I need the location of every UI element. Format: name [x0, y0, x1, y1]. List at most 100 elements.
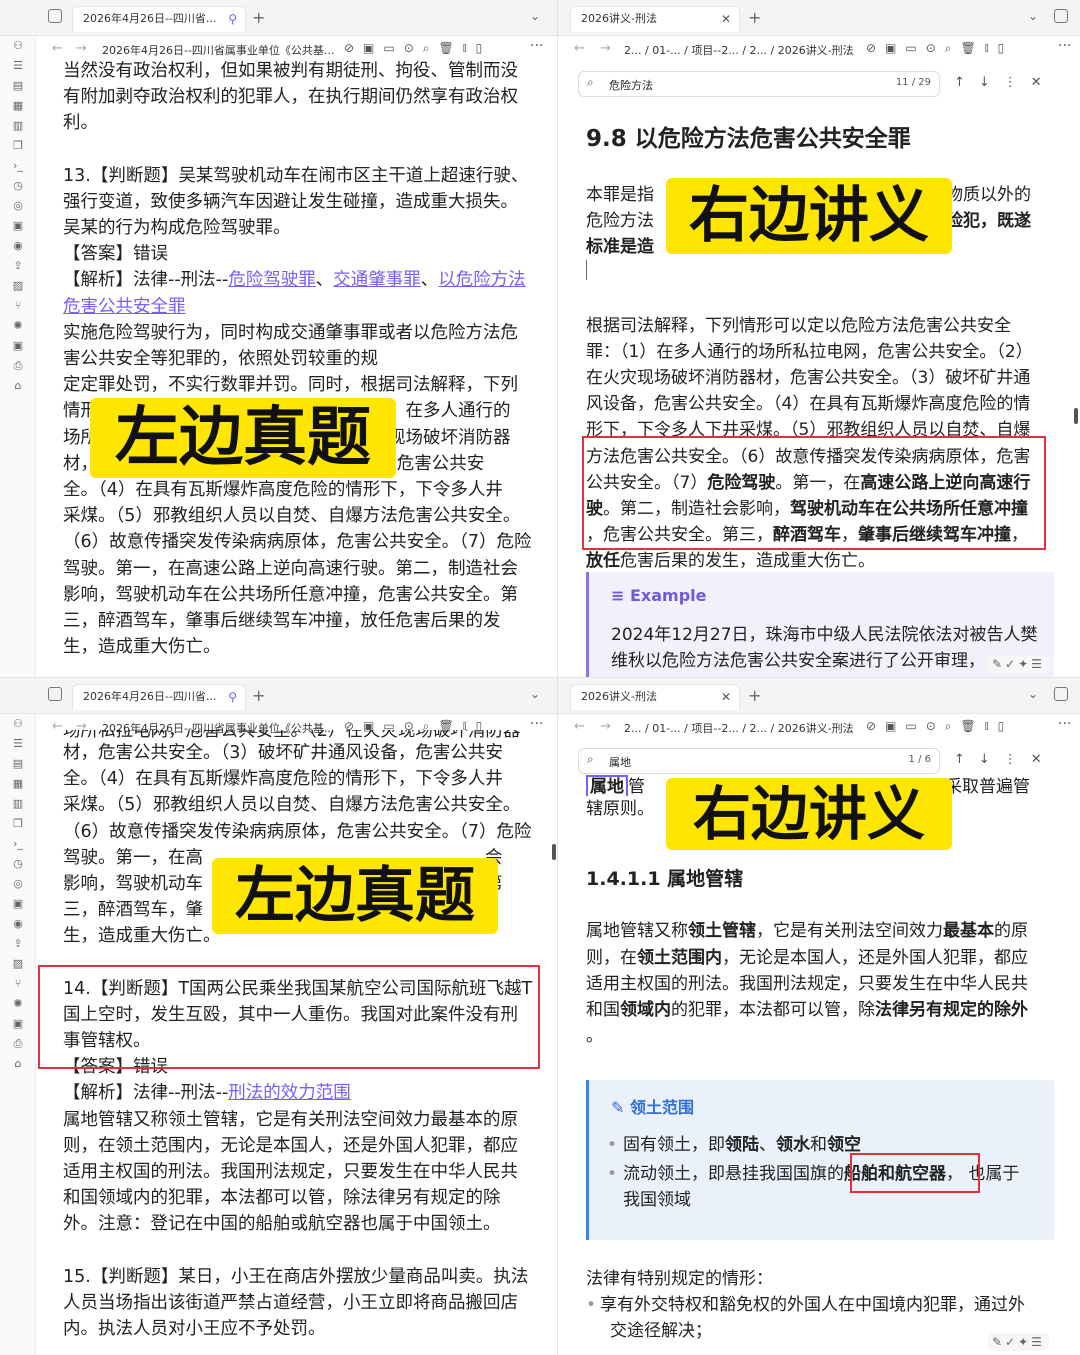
forward-icon[interactable]: → [76, 41, 87, 56]
print-icon[interactable]: ⎙ [0, 1034, 36, 1054]
photo-icon[interactable]: ▨ [0, 276, 36, 296]
chevron-down-icon[interactable]: ⌄ [1028, 9, 1038, 23]
image-icon[interactable]: ▣ [0, 216, 36, 236]
clock-icon[interactable]: ◷ [0, 176, 36, 196]
search-bar[interactable]: ⌕ 属地 1 / 6 [578, 748, 940, 774]
pin-icon[interactable]: ⚲ [228, 685, 237, 709]
text-line: 法律有特别规定的情形： [586, 1269, 773, 1289]
chevron-down-icon[interactable]: ⌄ [1028, 687, 1038, 701]
tab-handout[interactable]: 2026讲义-刑法 ✕ [570, 6, 740, 32]
eye-icon[interactable]: ◉ [0, 914, 36, 934]
sidebar-toggle-icon[interactable] [48, 687, 62, 701]
calendar-icon[interactable]: ▥ [0, 116, 36, 136]
tab-bar: 2026年4月26日--四川省... ⚲ + ⌄ [0, 678, 558, 714]
search-nav-buttons[interactable]: ↑↓⋮✕ [954, 75, 1056, 90]
graph-icon[interactable]: ⚇ [0, 36, 36, 56]
search-nav-buttons[interactable]: ↑↓⋮✕ [954, 752, 1056, 767]
robot-icon[interactable]: ⌂ [0, 376, 36, 396]
breadcrumb[interactable]: 2026年4月26日--四川省属事业单位《公共基... [102, 42, 334, 58]
chevron-down-icon[interactable]: ⌄ [530, 687, 540, 701]
graph-icon[interactable]: ⚇ [0, 714, 36, 734]
chevron-down-icon[interactable]: ⌄ [530, 9, 540, 23]
list-icon[interactable]: ☰ [0, 56, 36, 76]
clock-icon[interactable]: ◷ [0, 854, 36, 874]
sync-icon[interactable]: ◎ [0, 874, 36, 894]
forward-icon[interactable]: → [600, 41, 611, 56]
new-tab-icon[interactable]: + [252, 8, 265, 27]
tab-handout[interactable]: 2026讲义-刑法 ✕ [570, 684, 740, 710]
breadcrumb[interactable]: 2... / 01-... / 项目--2... / 2... / 2026讲义… [624, 720, 854, 736]
scrollbar-thumb[interactable] [552, 844, 556, 860]
ribbon: ⚇ ☰ ▤ ▦ ▥ ❐ ›_ ◷ ◎ ▣ ◉ ⇪ ▨ ⑂ ✺ ▣ ⎙ ⌂ [0, 36, 36, 678]
callout-body: 2024年12月27日，珠海市中级人民法院依法对被告人樊 维秋以危险方法危害公共… [611, 625, 1038, 671]
image-icon[interactable]: ▣ [0, 894, 36, 914]
question-13: 吴某的行为构成危险驾驶罪。 [63, 218, 291, 239]
file-icon[interactable]: ▤ [0, 76, 36, 96]
text-line: 属地管辖又称领土管辖，它是有关刑法空间效力最基本的原 [586, 921, 1028, 942]
sidebar-toggle-icon[interactable] [48, 9, 62, 23]
tab-exam[interactable]: 2026年4月26日--四川省... ⚲ [72, 684, 246, 710]
back-icon[interactable]: ← [52, 41, 63, 56]
new-tab-icon[interactable]: + [252, 686, 265, 705]
robot-icon[interactable]: ⌂ [0, 1054, 36, 1074]
link-criminal-law-scope[interactable]: 刑法的效力范围 [228, 1083, 351, 1103]
close-icon[interactable]: ✕ [721, 7, 731, 31]
link-dangerous-driving[interactable]: 危险驾驶罪 [228, 270, 316, 290]
frame-icon[interactable]: ▣ [0, 336, 36, 356]
copy-icon[interactable]: ❐ [0, 814, 36, 834]
scrollbar-thumb[interactable] [1074, 408, 1078, 424]
sidebar-toggle-icon[interactable] [1054, 687, 1068, 701]
more-icon[interactable]: ··· [530, 38, 543, 54]
eye-icon[interactable]: ◉ [0, 236, 36, 256]
toolbar-icons[interactable]: ⊘▣▭⊙⌕🗑⫾▯ [344, 41, 491, 56]
close-icon[interactable]: ✕ [721, 685, 731, 709]
banner-left-exam: 左边真题 [90, 398, 396, 478]
text-line: 根据司法解释，下列情形可以定以危险方法危害公共安全 [586, 315, 1011, 336]
tab-exam[interactable]: 2026年4月26日--四川省... ⚲ [72, 6, 246, 32]
brain-icon[interactable]: ✺ [0, 994, 36, 1014]
link-traffic-accident[interactable]: 交通肇事罪 [333, 270, 421, 290]
tab-label: 2026讲义-刑法 [581, 690, 657, 703]
frame-icon[interactable]: ▣ [0, 1014, 36, 1034]
terminal-icon[interactable]: ›_ [0, 834, 36, 854]
more-icon[interactable]: ··· [1058, 716, 1071, 732]
terminal-icon[interactable]: ›_ [0, 156, 36, 176]
text-line: （6）故意传播突发传染病病原体，危害公共安全。（7）危险 [63, 821, 532, 842]
text-line: 和国领域内的犯罪，本法都可以管，除法律另有规定的除 [63, 1188, 501, 1209]
file-icon[interactable]: ▤ [0, 754, 36, 774]
search-input[interactable]: 属地 [609, 754, 631, 770]
link-dangerous-method[interactable]: 以危险方法 [438, 270, 526, 290]
print-icon[interactable]: ⎙ [0, 356, 36, 376]
sidebar-toggle-icon[interactable] [1054, 9, 1068, 23]
back-icon[interactable]: ← [52, 719, 63, 734]
grid-icon[interactable]: ▦ [0, 774, 36, 794]
toolbar-icons[interactable]: ⊘▣▭⊙⌕🗑⫾▯ [866, 719, 1013, 734]
back-icon[interactable]: ← [574, 41, 585, 56]
copy-icon[interactable]: ❐ [0, 136, 36, 156]
new-tab-icon[interactable]: + [748, 686, 761, 705]
search-input[interactable]: 危险方法 [609, 77, 653, 93]
tree-icon[interactable]: ⑂ [0, 296, 36, 316]
toolbar-icons[interactable]: ⊘▣▭⊙⌕🗑⫾▯ [866, 41, 1013, 56]
text-line: （6）故意传播突发传染病病原体，危害公共安全。（7）危险 [63, 532, 532, 553]
highlight-box [582, 436, 1046, 550]
status-tools[interactable]: ✎✓✦☰ [988, 1333, 1049, 1351]
link-dangerous-method[interactable]: 危害公共安全罪 [63, 297, 186, 317]
brain-icon[interactable]: ✺ [0, 316, 36, 336]
breadcrumb[interactable]: 2... / 01-... / 项目--2... / 2... / 2026讲义… [624, 42, 854, 58]
sync-icon[interactable]: ◎ [0, 196, 36, 216]
status-tools[interactable]: ✎✓✦☰ [988, 655, 1049, 673]
back-icon[interactable]: ← [574, 719, 585, 734]
grid-icon[interactable]: ▦ [0, 96, 36, 116]
search-bar[interactable]: ⌕ 危险方法 11 / 29 [578, 71, 940, 97]
calendar-icon[interactable]: ▥ [0, 794, 36, 814]
forward-icon[interactable]: → [600, 719, 611, 734]
pin-icon[interactable]: ⚲ [228, 7, 237, 31]
new-tab-icon[interactable]: + [748, 8, 761, 27]
export-icon[interactable]: ⇪ [0, 934, 36, 954]
photo-icon[interactable]: ▨ [0, 954, 36, 974]
list-icon[interactable]: ☰ [0, 734, 36, 754]
export-icon[interactable]: ⇪ [0, 256, 36, 276]
tree-icon[interactable]: ⑂ [0, 974, 36, 994]
more-icon[interactable]: ··· [1058, 38, 1071, 54]
